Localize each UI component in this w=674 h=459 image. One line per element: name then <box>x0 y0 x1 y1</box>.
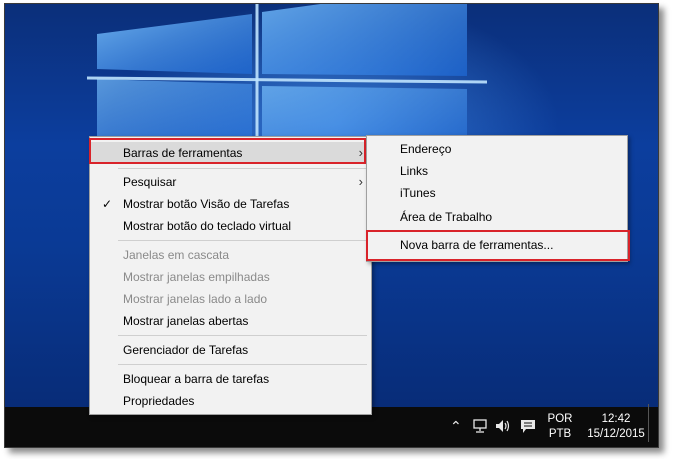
menu-item-label: Bloquear a barra de tarefas <box>123 372 270 386</box>
menu-item-label: Janelas em cascata <box>123 248 230 262</box>
menu-item-label: Mostrar janelas empilhadas <box>123 270 270 284</box>
menu-item-label: Links <box>400 164 429 178</box>
menu-item-label: Mostrar janelas abertas <box>123 314 249 328</box>
submenu-item-area-de-trabalho[interactable]: Área de Trabalho <box>367 206 627 228</box>
menu-item-label: Mostrar botão do teclado virtual <box>123 219 292 233</box>
highlight-box <box>89 138 366 164</box>
menu-separator <box>118 335 367 336</box>
menu-item-gerenciador-de-tarefas[interactable]: Gerenciador de Tarefas <box>90 339 371 361</box>
menu-item-janelas-lado-a-lado[interactable]: Mostrar janelas lado a lado <box>90 288 371 310</box>
keyboard-layout: PTB <box>548 428 572 440</box>
checkmark-icon: ✓ <box>102 197 113 211</box>
menu-separator <box>118 168 367 169</box>
clock-time: 12:42 <box>601 413 631 425</box>
language-code: POR <box>547 413 573 425</box>
menu-item-label: Mostrar janelas lado a lado <box>123 292 268 306</box>
menu-item-label: iTunes <box>400 186 436 200</box>
menu-item-label: Endereço <box>400 142 452 156</box>
clock[interactable]: 12:42 15/12/2015 <box>583 412 649 442</box>
menu-item-teclado-virtual[interactable]: Mostrar botão do teclado virtual <box>90 215 371 237</box>
menu-item-janelas-em-cascata[interactable]: Janelas em cascata <box>90 244 371 266</box>
menu-item-janelas-abertas[interactable]: Mostrar janelas abertas <box>90 310 371 332</box>
submenu-item-endereco[interactable]: Endereço <box>367 138 627 160</box>
menu-item-visao-de-tarefas[interactable]: ✓ Mostrar botão Visão de Tarefas <box>90 193 371 215</box>
taskbar-context-menu: Barras de ferramentas › Pesquisar › ✓ Mo… <box>89 136 372 415</box>
menu-item-label: Gerenciador de Tarefas <box>123 343 249 357</box>
menu-item-label: Área de Trabalho <box>400 210 493 224</box>
menu-item-janelas-empilhadas[interactable]: Mostrar janelas empilhadas <box>90 266 371 288</box>
language-indicator[interactable]: POR PTB <box>545 412 575 442</box>
show-desktop-divider[interactable] <box>648 404 649 442</box>
menu-item-label: Mostrar botão Visão de Tarefas <box>123 197 290 211</box>
menu-item-propriedades[interactable]: Propriedades <box>90 390 371 412</box>
submenu-item-itunes[interactable]: iTunes <box>367 182 627 204</box>
submenu-item-links[interactable]: Links <box>367 160 627 182</box>
menu-separator <box>118 364 367 365</box>
volume-icon[interactable] <box>495 419 511 433</box>
menu-item-bloquear-barra[interactable]: Bloquear a barra de tarefas <box>90 368 371 390</box>
chevron-up-icon[interactable]: ⌃ <box>450 419 462 433</box>
highlight-box <box>366 230 630 261</box>
action-center-icon[interactable] <box>520 419 536 434</box>
menu-item-label: Pesquisar <box>123 175 177 189</box>
menu-item-label: Propriedades <box>123 394 195 408</box>
menu-item-pesquisar[interactable]: Pesquisar › <box>90 171 371 193</box>
chevron-right-icon: › <box>358 174 363 189</box>
clock-date: 15/12/2015 <box>587 428 645 440</box>
network-icon[interactable] <box>472 419 488 433</box>
menu-separator <box>118 240 367 241</box>
